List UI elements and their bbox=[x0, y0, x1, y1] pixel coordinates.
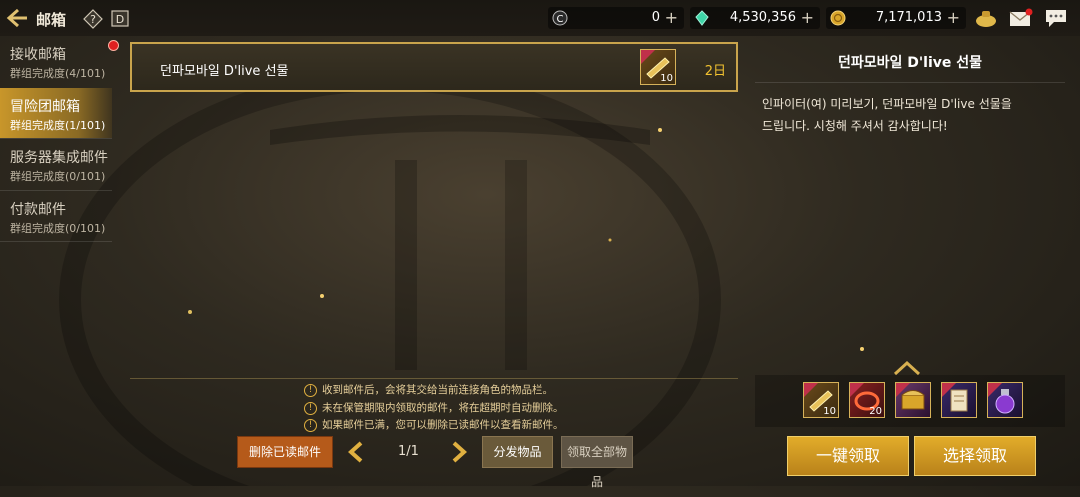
ribbon-icon bbox=[850, 383, 864, 397]
next-page-icon[interactable] bbox=[451, 441, 467, 463]
tab-label: 冒险团邮箱 bbox=[10, 99, 80, 115]
currency-value: 4,530,356 bbox=[729, 10, 796, 25]
distribute-items-button[interactable]: 分发物品 bbox=[482, 436, 553, 468]
mail-attachment-item: 10 bbox=[640, 49, 676, 85]
detail-body-line: 드립니다. 시청해 주셔서 감사합니다! bbox=[762, 119, 948, 133]
currency-crystal: 4,530,356 + bbox=[690, 7, 820, 29]
tab-server-mail[interactable]: 服务器集成邮件 群组完成度(0/101) bbox=[0, 139, 112, 189]
expiry-days: 2日 bbox=[704, 64, 726, 79]
reward-item[interactable] bbox=[895, 382, 931, 418]
warning-icon: ! bbox=[304, 418, 317, 432]
item-quantity: 10 bbox=[660, 73, 673, 84]
reward-item[interactable]: 20 bbox=[849, 382, 885, 418]
tab-inbox[interactable]: 接收邮箱 群组完成度(4/101) bbox=[0, 36, 112, 86]
add-currency-button[interactable]: + bbox=[947, 8, 960, 27]
currency-gold: 7,171,013 + bbox=[826, 7, 966, 29]
svg-text:C: C bbox=[557, 14, 564, 25]
delete-read-button[interactable]: 删除已读邮件 bbox=[237, 436, 333, 468]
prev-page-icon[interactable] bbox=[348, 441, 364, 463]
notice-line: ! 如果邮件已满，您可以删除已读邮件以查看新邮件。 bbox=[304, 417, 564, 432]
c-coin-icon: C bbox=[552, 10, 568, 26]
receive-all-items-button[interactable]: 领取全部物品 bbox=[561, 436, 633, 489]
tab-label: 付款邮件 bbox=[10, 202, 66, 218]
detail-body-line: 인파이터(여) 미리보기, 던파모바일 D'live 선물을 bbox=[762, 97, 1012, 111]
back-arrow-icon[interactable] bbox=[6, 8, 28, 28]
notice-text: 收到邮件后，会将其交给当前连接角色的物品栏。 bbox=[322, 384, 553, 396]
chevron-up-icon[interactable] bbox=[893, 358, 921, 378]
bag-icon[interactable] bbox=[974, 7, 998, 29]
ribbon-icon bbox=[804, 383, 818, 397]
mail-subject: 던파모바일 D'live 선물 bbox=[160, 64, 289, 79]
tab-progress: 群组完成度(0/101) bbox=[10, 170, 106, 183]
top-bar: 邮箱 ? D C 0 + 4,530,356 + 7,171,013 + bbox=[0, 0, 1080, 36]
help-icon[interactable]: ? bbox=[83, 9, 103, 29]
item-quantity: 20 bbox=[869, 406, 882, 417]
ribbon-icon bbox=[942, 383, 956, 397]
detail-body: 인파이터(여) 미리보기, 던파모바일 D'live 선물을 드립니다. 시청해… bbox=[762, 93, 1062, 137]
divider bbox=[0, 241, 112, 242]
mail-list-item[interactable]: 던파모바일 D'live 선물 10 2日 bbox=[130, 42, 738, 92]
notice-line: ! 未在保管期限内领取的邮件，将在超期时自动删除。 bbox=[304, 400, 564, 415]
dnf-logo-icon[interactable]: D bbox=[111, 9, 129, 27]
detail-title: 던파모바일 D'live 선물 bbox=[837, 55, 983, 71]
claim-selected-button[interactable]: 选择领取 bbox=[914, 436, 1036, 476]
currency-value: 0 bbox=[651, 10, 660, 25]
reward-item[interactable] bbox=[941, 382, 977, 418]
notification-dot bbox=[108, 40, 119, 51]
green-crystal-icon bbox=[695, 10, 709, 26]
tab-adventure-mail[interactable]: 冒险团邮箱 群组完成度(1/101) bbox=[0, 88, 112, 138]
notice-text: 未在保管期限内领取的邮件，将在超期时自动删除。 bbox=[322, 402, 564, 414]
ribbon-icon bbox=[896, 383, 910, 397]
tab-progress: 群组完成度(4/101) bbox=[10, 67, 106, 80]
item-quantity: 10 bbox=[823, 406, 836, 417]
tab-label: 服务器集成邮件 bbox=[10, 150, 108, 166]
claim-all-button[interactable]: 一键领取 bbox=[787, 436, 909, 476]
reward-item[interactable] bbox=[987, 382, 1023, 418]
page-title: 邮箱 bbox=[36, 11, 67, 29]
reward-item[interactable]: 10 bbox=[803, 382, 839, 418]
currency-value: 7,171,013 bbox=[875, 10, 942, 25]
divider bbox=[755, 82, 1065, 83]
svg-text:D: D bbox=[116, 13, 124, 26]
notice-text: 如果邮件已满，您可以删除已读邮件以查看新邮件。 bbox=[322, 419, 564, 431]
warning-icon: ! bbox=[304, 383, 317, 397]
tab-label: 接收邮箱 bbox=[10, 47, 66, 63]
add-currency-button[interactable]: + bbox=[665, 8, 678, 27]
gold-coin-icon bbox=[830, 10, 846, 26]
divider bbox=[130, 378, 738, 379]
tab-progress: 群组完成度(1/101) bbox=[10, 119, 106, 132]
warning-icon: ! bbox=[304, 401, 317, 415]
page-indicator: 1/1 bbox=[398, 444, 419, 459]
tab-progress: 群组完成度(0/101) bbox=[10, 222, 106, 235]
currency-c-coin: C 0 + bbox=[548, 7, 684, 29]
ribbon-icon bbox=[641, 50, 655, 64]
notice-line: ! 收到邮件后，会将其交给当前连接角色的物品栏。 bbox=[304, 382, 553, 397]
chat-icon[interactable] bbox=[1044, 7, 1068, 29]
svg-text:?: ? bbox=[90, 13, 96, 26]
mail-icon[interactable] bbox=[1009, 7, 1033, 29]
ribbon-icon bbox=[988, 383, 1002, 397]
add-currency-button[interactable]: + bbox=[801, 8, 814, 27]
tab-payment-mail[interactable]: 付款邮件 群组完成度(0/101) bbox=[0, 191, 112, 241]
